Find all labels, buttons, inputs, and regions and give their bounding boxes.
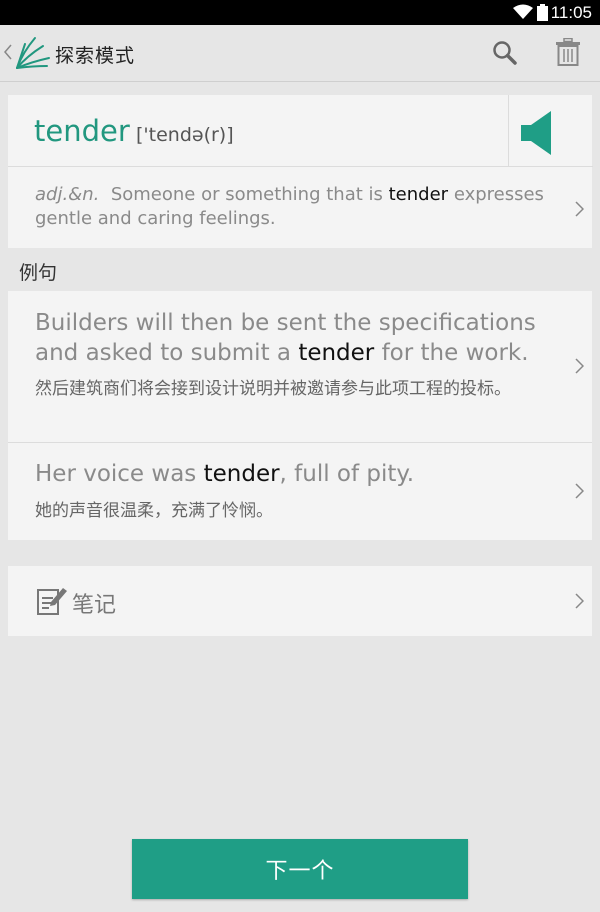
- search-icon: [493, 40, 517, 65]
- word-card: tender ['tendə(r)] adj.&n. Someone or so…: [8, 95, 593, 248]
- battery-icon: [537, 4, 548, 21]
- search-button[interactable]: [490, 39, 520, 69]
- example-en-after: for the work.: [381, 340, 529, 366]
- note-row[interactable]: 笔记: [8, 566, 592, 636]
- note-edit-icon: [37, 588, 67, 615]
- example-item[interactable]: Her voice was tender, full of pity. 她的声音…: [8, 443, 592, 540]
- delete-button[interactable]: [554, 37, 582, 69]
- next-button[interactable]: 下一个: [132, 839, 468, 899]
- example-highlight: tender: [298, 340, 375, 366]
- note-label: 笔记: [72, 593, 117, 618]
- definition-row[interactable]: adj.&n. Someone or something that is ten…: [8, 167, 592, 248]
- chevron-right-icon: [575, 201, 584, 217]
- definition-highlight: tender: [388, 184, 449, 205]
- chevron-right-icon: [575, 483, 584, 499]
- definition-text: adj.&n. Someone or something that is ten…: [35, 183, 560, 231]
- phonetic: ['tendə(r)]: [136, 124, 234, 146]
- example-chinese: 她的声音很温柔，充满了怜悯。: [35, 501, 273, 521]
- word-header: tender ['tendə(r)]: [8, 95, 508, 167]
- status-time: 11:05: [550, 3, 592, 22]
- part-of-speech: adj.&n.: [35, 184, 100, 205]
- app-title: 探索模式: [55, 45, 136, 67]
- action-bar: 探索模式: [0, 25, 600, 82]
- chevron-right-icon: [575, 358, 584, 374]
- example-english: Builders will then be sent the specifica…: [35, 308, 555, 368]
- speaker-icon: [521, 111, 551, 155]
- definition-text-before: Someone or something that is: [110, 184, 383, 205]
- example-chinese: 然后建筑商们将会接到设计说明并被邀请参与此项工程的投标。: [35, 379, 511, 399]
- back-chevron-icon[interactable]: [4, 44, 12, 60]
- example-highlight: tender: [203, 461, 280, 487]
- example-english: Her voice was tender, full of pity.: [35, 459, 555, 489]
- examples-card: Builders will then be sent the specifica…: [8, 291, 592, 540]
- pronounce-button[interactable]: [508, 95, 593, 167]
- example-en-after: , full of pity.: [279, 461, 415, 487]
- app-logo-icon[interactable]: [13, 34, 51, 70]
- chevron-right-icon: [575, 593, 584, 609]
- example-item[interactable]: Builders will then be sent the specifica…: [8, 291, 592, 443]
- trash-icon: [556, 37, 580, 66]
- wifi-icon: [513, 4, 533, 19]
- example-en-before: Her voice was: [35, 461, 197, 487]
- status-bar: 11:05: [0, 0, 600, 25]
- examples-section-label: 例句: [19, 262, 58, 284]
- headword: tender: [34, 114, 130, 148]
